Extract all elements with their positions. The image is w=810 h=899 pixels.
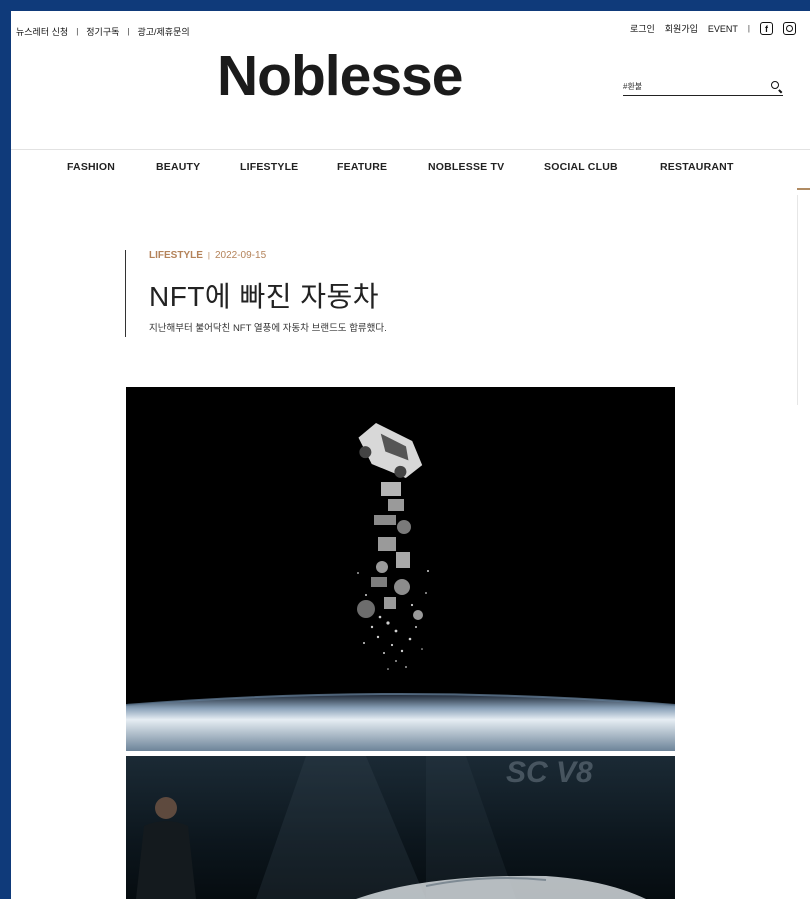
separator: | bbox=[747, 24, 750, 33]
divider bbox=[11, 149, 810, 150]
nav-item-noblesse-tv[interactable]: NOBLESSE TV bbox=[428, 161, 504, 173]
facebook-icon[interactable]: f bbox=[760, 22, 773, 35]
article-title: NFT에 빠진 자동차 bbox=[149, 281, 380, 312]
utility-links-left: 뉴스레터 신청 | 정기구독 | 광고/제휴문의 bbox=[16, 25, 190, 38]
signup-link[interactable]: 회원가입 bbox=[665, 22, 698, 35]
nav-item-restaurant[interactable]: RESTAURANT bbox=[660, 161, 734, 173]
side-panel-border bbox=[797, 195, 798, 405]
showroom-sign-text: SC V8 bbox=[506, 756, 593, 789]
ad-inquiry-link[interactable]: 광고/제휴문의 bbox=[137, 25, 189, 38]
article-date: 2022-09-15 bbox=[214, 250, 267, 261]
event-link[interactable]: EVENT bbox=[708, 24, 738, 34]
subscribe-link[interactable]: 정기구독 bbox=[86, 25, 119, 38]
nav-item-beauty[interactable]: BEAUTY bbox=[156, 161, 200, 173]
car-nft-illustration bbox=[126, 387, 675, 751]
newsletter-link[interactable]: 뉴스레터 신청 bbox=[16, 25, 68, 38]
nav-item-feature[interactable]: FEATURE bbox=[337, 161, 387, 173]
article-meta: LIFESTYLE | 2022-09-15 bbox=[149, 250, 266, 261]
article-image-car-nft bbox=[126, 387, 675, 751]
nav-item-fashion[interactable]: FASHION bbox=[67, 161, 115, 173]
instagram-icon[interactable] bbox=[783, 22, 796, 35]
login-link[interactable]: 로그인 bbox=[630, 22, 655, 35]
window-frame bbox=[0, 0, 810, 11]
nav-item-social-club[interactable]: SOCIAL CLUB bbox=[544, 161, 618, 173]
header-accent-bar bbox=[125, 250, 126, 337]
main-nav: FASHION BEAUTY LIFESTYLE FEATURE NOBLESS… bbox=[11, 161, 810, 177]
utility-links-right: 로그인 회원가입 EVENT | f bbox=[630, 22, 796, 35]
search-icon[interactable] bbox=[771, 80, 783, 93]
article-subtitle: 지난해부터 불어닥친 NFT 열풍에 자동차 브랜드도 합류했다. bbox=[149, 323, 387, 334]
separator: | bbox=[207, 251, 210, 260]
search-bar bbox=[623, 78, 783, 96]
side-panel-accent bbox=[797, 188, 810, 190]
site-logo[interactable]: Noblesse bbox=[217, 48, 463, 105]
showroom-illustration: SC V8 bbox=[136, 756, 646, 899]
separator: | bbox=[127, 27, 130, 36]
article-image-car-showroom: SC V8 bbox=[126, 756, 675, 899]
search-input[interactable] bbox=[623, 82, 753, 91]
nav-item-lifestyle[interactable]: LIFESTYLE bbox=[240, 161, 298, 173]
article-category[interactable]: LIFESTYLE bbox=[149, 250, 203, 261]
page: 뉴스레터 신청 | 정기구독 | 광고/제휴문의 로그인 회원가입 EVENT … bbox=[11, 11, 810, 899]
separator: | bbox=[76, 27, 79, 36]
